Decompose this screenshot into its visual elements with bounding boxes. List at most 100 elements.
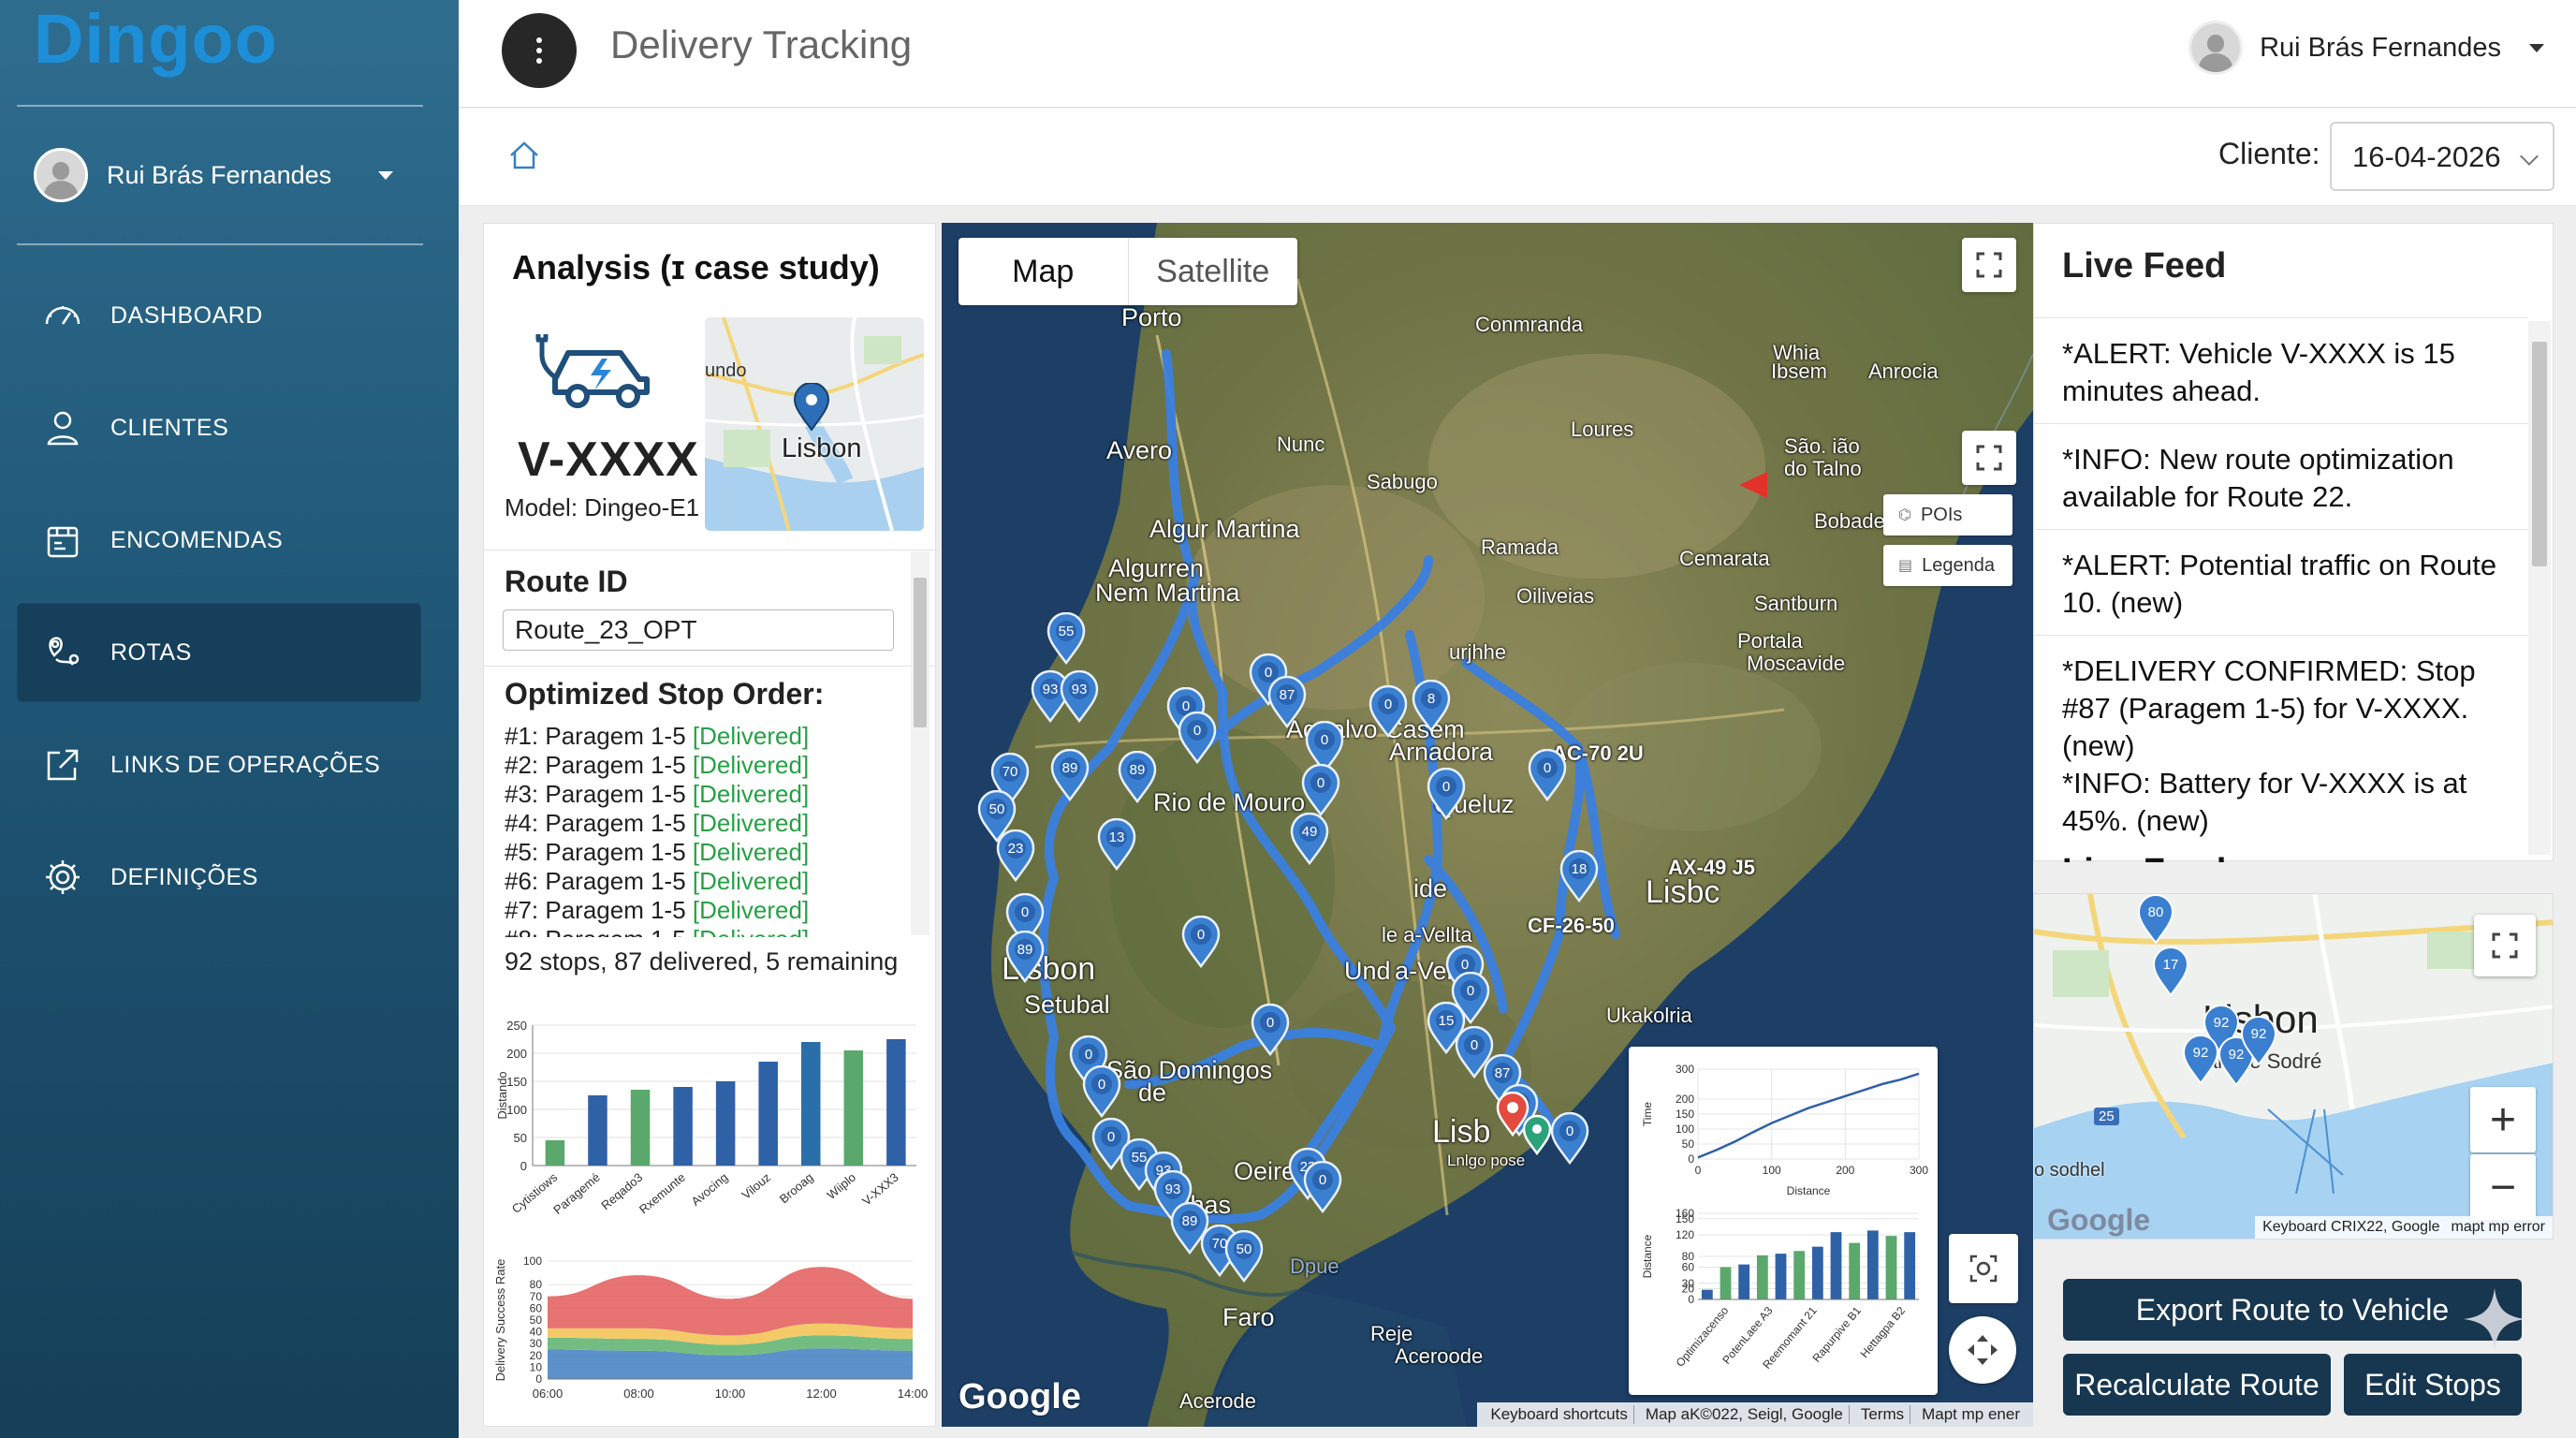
fullscreen-secondary-button[interactable] [1962,431,2016,485]
fullscreen-button[interactable] [1962,238,2016,292]
list-item[interactable]: *INFO: New route optimization available … [2034,423,2528,529]
map-pin[interactable]: 80 [2137,894,2174,945]
map-pin[interactable]: 89 [1005,930,1045,984]
map-pin[interactable]: 55 [1046,611,1086,666]
bar [886,1039,906,1166]
x-tick-label: 100 [1763,1164,1781,1177]
sidebar-item-encomendas[interactable]: ENCOMENDAS [17,491,421,590]
map-pin[interactable]: 0 [1178,711,1217,765]
map-pin[interactable]: 89 [1118,750,1157,804]
list-item: #5: Paragem 1-5 [Delivered] [505,838,810,866]
zoom-in-button[interactable]: + [2470,1087,2536,1152]
road-badge: 25 [2094,1108,2119,1125]
y-tick-label: 20 [530,1349,543,1362]
map-pin[interactable]: 50 [1224,1229,1264,1284]
location-pin-icon: 18 [1559,849,1599,903]
legend-button[interactable]: ▤ Legenda [1883,545,2012,586]
map-label: Setubal [1024,990,1110,1019]
lisbon-minimap[interactable]: Lisbon Cais do Sodré o sodhel 25 8017929… [2033,893,2554,1240]
user-menu[interactable]: Rui Brás Fernandes [2188,21,2544,75]
map-error-link[interactable]: Mapt mp ener [1916,1405,2026,1424]
sidebar-user-menu[interactable]: Rui Brás Fernandes [34,144,417,206]
map-pin[interactable]: 0 [1082,1064,1121,1119]
sidebar-item-rotas[interactable]: ROTAS [17,603,421,702]
avatar [34,148,88,202]
bar [1775,1254,1787,1299]
map-pin[interactable]: 89 [1050,748,1090,802]
x-tick-label: 0 [1695,1164,1702,1177]
map-pin[interactable]: 0 [1251,1003,1290,1057]
pan-control-button[interactable] [1949,1316,2016,1384]
bar [1701,1289,1713,1299]
zoom-out-button[interactable]: − [2470,1154,2536,1220]
route-id-field[interactable]: Route_23_OPT [503,609,894,651]
keyboard-shortcuts-link[interactable]: Keyboard shortcuts [1485,1405,1634,1424]
minimap-attribution-text[interactable]: Keyboard CRIX22, Google [2262,1219,2439,1236]
map-pin[interactable]: 0 [1550,1111,1589,1166]
map-pin[interactable]: 0 [1181,915,1221,969]
recenter-button[interactable] [1949,1234,2018,1303]
analysis-title: Analysis (ɪ case study) [512,248,880,286]
stop-list[interactable]: #1: Paragem 1-5 [Delivered] #2: Paragem … [505,722,907,937]
more-menu-button[interactable] [502,13,577,88]
edit-stops-button[interactable]: Edit Stops [2344,1354,2522,1416]
map-label: Sabugo [1367,470,1438,493]
recalculate-route-button[interactable]: Recalculate Route [2063,1354,2331,1416]
map-pin[interactable]: 0 [1528,748,1567,802]
sidebar-item-clientes[interactable]: CLIENTES [17,378,421,477]
y-tick-label: 80 [530,1278,543,1291]
map-pin[interactable]: 49 [1290,812,1329,866]
location-pin-icon: 0 [1178,711,1217,765]
map-pin[interactable]: 0 [1301,763,1340,817]
location-pin-icon: 89 [1050,748,1090,802]
map-pin[interactable]: 23 [996,829,1035,883]
map-pin[interactable]: 92 [2182,1034,2219,1085]
stop-list-scrollbar[interactable] [911,551,929,935]
list-item[interactable]: *INFO: Battery for V-XXXX is at 45%. (ne… [2034,765,2528,853]
date-select[interactable]: 16-04-2026 [2330,122,2554,191]
location-pin-icon: 0 [1301,763,1340,817]
sidebar-item-dashboard[interactable]: DASHBOARD [17,266,421,365]
map-pin[interactable]: 18 [1559,849,1599,903]
map-type-toggle[interactable]: Map Satellite [959,238,1297,305]
list-item[interactable]: *ALERT: Potential traffic on Route 10. (… [2034,529,2528,635]
tab-map[interactable]: Map [959,238,1128,305]
depot-pin[interactable] [1522,1114,1552,1156]
y-axis-label: Distando [495,1071,509,1119]
home-icon[interactable] [505,137,543,174]
minimap-fullscreen-button[interactable] [2474,915,2536,976]
map-pin[interactable]: 93 [1060,669,1099,724]
map-label: Lisbc [1646,874,1720,910]
x-tick-label: 08:00 [623,1387,654,1401]
map-pin[interactable]: 92 [2240,1016,2277,1066]
live-feed-list[interactable]: *ALERT: Vehicle V-XXXX is 15 minutes ahe… [2034,317,2528,862]
vehicle-location-map[interactable]: undo Lisbon [705,317,924,531]
analysis-charts: 050100150200250CytistiowsParageméReqado3… [493,1019,928,1401]
map-pin[interactable]: 17 [2152,946,2189,997]
list-item[interactable]: *ALERT: Vehicle V-XXXX is 15 minutes ahe… [2034,317,2528,423]
map-pin[interactable]: 0 [1368,684,1408,739]
pin-label: 8 [1427,691,1435,707]
pois-button[interactable]: ⌬ POIs [1883,494,2012,536]
map-pin[interactable]: 8 [1412,679,1451,733]
map-pin[interactable]: 0 [1303,1160,1342,1214]
sidebar-item-label: ENCOMENDAS [110,526,284,553]
route-map[interactable]: Porto Avero Algur Martina Algurren Nem M… [942,223,2033,1427]
sidebar-item-label: CLIENTES [110,414,229,441]
pin-label: 0 [1566,1123,1573,1139]
map-label: Ukakolria [1606,1004,1692,1027]
map-pin[interactable]: 13 [1097,817,1136,872]
sidebar: Dingoo Rui Brás Fernandes DASHBOARD CLIE… [0,0,459,1438]
sidebar-item-definicoes[interactable]: DEFINIÇÕES [17,828,421,927]
app-logo[interactable]: Dingoo [34,2,278,77]
tab-satellite[interactable]: Satellite [1127,238,1298,305]
terms-link[interactable]: Terms [1855,1405,1911,1424]
list-item[interactable]: *DELIVERY CONFIRMED: Stop #87 (Paragem 1… [2034,635,2528,765]
sidebar-item-links[interactable]: LINKS DE OPERAÇÕES [17,715,421,814]
map-pin[interactable]: 87 [1267,675,1307,729]
map-pin[interactable]: 0 [1427,767,1466,821]
live-feed-scrollbar[interactable] [2528,321,2551,855]
export-route-button[interactable]: Export Route to Vehicle [2063,1279,2522,1341]
location-pin-icon: 55 [1046,611,1086,666]
minimap-error-text[interactable]: mapt mp error [2452,1219,2545,1236]
